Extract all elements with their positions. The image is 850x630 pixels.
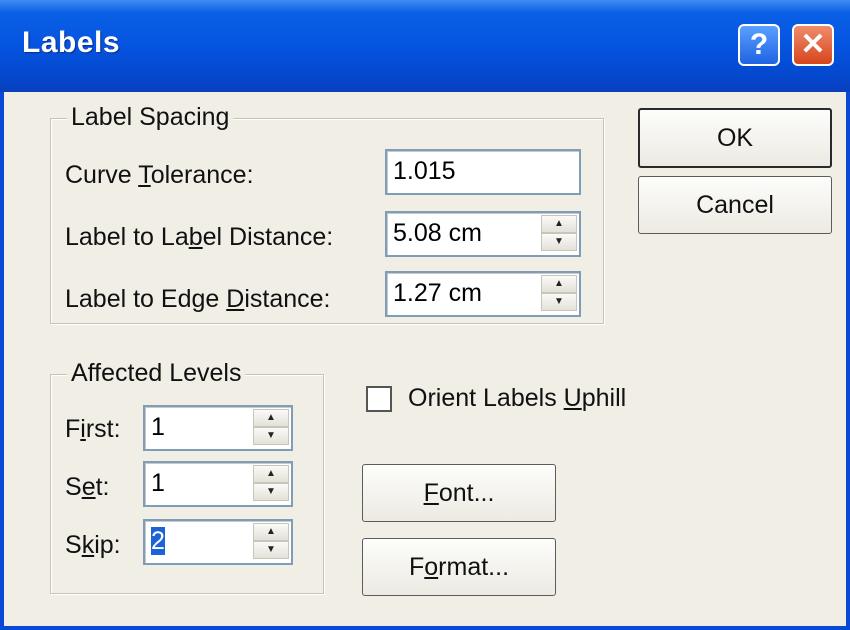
spin-up-icon[interactable]: ▲ (541, 275, 577, 293)
set-spinner[interactable]: ▲ ▼ (253, 465, 289, 503)
first-spinner[interactable]: ▲ ▼ (253, 409, 289, 447)
font-button[interactable]: Font... (362, 464, 556, 522)
cancel-button[interactable]: Cancel (638, 176, 832, 234)
label-distance-input[interactable]: 5.08 cm ▲ ▼ (385, 211, 581, 257)
spin-down-icon[interactable]: ▼ (253, 427, 289, 445)
spin-up-icon[interactable]: ▲ (253, 465, 289, 483)
set-label: Set: (65, 473, 110, 501)
skip-value: 2 (151, 527, 165, 555)
ok-button[interactable]: OK (638, 108, 832, 168)
skip-spinner[interactable]: ▲ ▼ (253, 523, 289, 561)
spin-down-icon[interactable]: ▼ (253, 541, 289, 559)
edge-distance-value: 1.27 cm (393, 279, 482, 307)
orient-uphill-checkbox[interactable] (366, 386, 392, 412)
set-value: 1 (151, 469, 165, 497)
label-spacing-legend: Label Spacing (67, 103, 234, 132)
edge-distance-spinner[interactable]: ▲ ▼ (541, 275, 577, 313)
spin-down-icon[interactable]: ▼ (541, 293, 577, 311)
skip-input[interactable]: 2 ▲ ▼ (143, 519, 293, 565)
affected-levels-group: Affected Levels First: 1 ▲ ▼ Set: 1 ▲ ▼ … (50, 359, 324, 594)
dialog-title: Labels (22, 26, 121, 59)
format-button[interactable]: Format... (362, 538, 556, 596)
spin-down-icon[interactable]: ▼ (253, 483, 289, 501)
labels-dialog: Labels ? ✕ Label Spacing Curve Tolerance… (0, 0, 850, 630)
curve-tolerance-input[interactable]: 1.015 (385, 149, 581, 195)
help-icon: ? (749, 28, 769, 61)
edge-distance-input[interactable]: 1.27 cm ▲ ▼ (385, 271, 581, 317)
skip-label: Skip: (65, 531, 121, 559)
affected-levels-legend: Affected Levels (67, 359, 246, 388)
label-spacing-group: Label Spacing Curve Tolerance: 1.015 Lab… (50, 103, 604, 324)
close-button[interactable]: ✕ (792, 24, 834, 66)
first-label: First: (65, 415, 121, 443)
spin-up-icon[interactable]: ▲ (541, 215, 577, 233)
help-button[interactable]: ? (738, 24, 780, 66)
dialog-body: Label Spacing Curve Tolerance: 1.015 Lab… (4, 92, 846, 630)
first-value: 1 (151, 413, 165, 441)
label-distance-label: Label to Label Distance: (65, 223, 334, 251)
spin-up-icon[interactable]: ▲ (253, 409, 289, 427)
set-input[interactable]: 1 ▲ ▼ (143, 461, 293, 507)
label-distance-spinner[interactable]: ▲ ▼ (541, 215, 577, 253)
curve-tolerance-label: Curve Tolerance: (65, 161, 254, 189)
spin-up-icon[interactable]: ▲ (253, 523, 289, 541)
label-distance-value: 5.08 cm (393, 219, 482, 247)
edge-distance-label: Label to Edge Distance: (65, 285, 331, 313)
orient-uphill-label[interactable]: Orient Labels Uphill (408, 384, 626, 413)
first-input[interactable]: 1 ▲ ▼ (143, 405, 293, 451)
close-icon: ✕ (800, 28, 826, 61)
title-bar[interactable]: Labels ? ✕ (0, 0, 850, 92)
spin-down-icon[interactable]: ▼ (541, 233, 577, 251)
